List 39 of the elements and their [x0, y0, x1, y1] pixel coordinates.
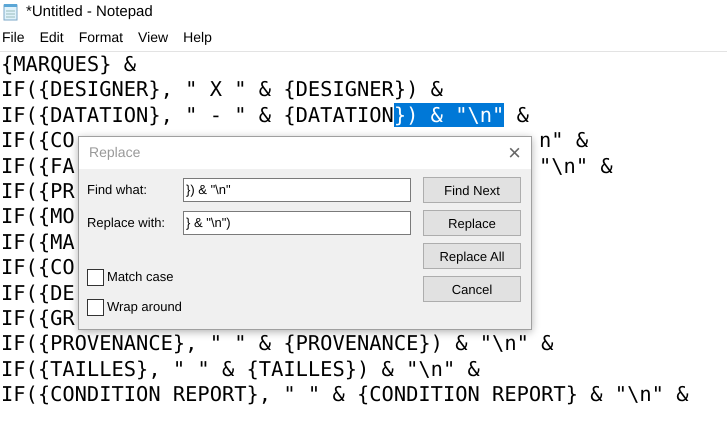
- notepad-icon: [2, 3, 20, 21]
- selected-text: }) & "\n": [394, 102, 504, 127]
- code-text: IF({MO: [1, 204, 75, 228]
- close-button[interactable]: ×: [508, 142, 521, 164]
- menu-item[interactable]: Help: [183, 27, 212, 48]
- checkbox-label: Match case: [107, 268, 174, 286]
- code-text: IF({PR: [1, 178, 75, 203]
- dialog-title: Replace: [89, 143, 140, 162]
- menu-item[interactable]: Edit: [40, 27, 64, 48]
- code-text: IF({DESIGNER}, " X " & {DESIGNER}) &: [1, 77, 443, 102]
- dialog-button[interactable]: Replace: [423, 210, 521, 236]
- dialog-button[interactable]: Replace All: [423, 243, 521, 270]
- dialog-button[interactable]: Cancel: [423, 276, 521, 302]
- code-text: IF({MA: [1, 230, 75, 254]
- code-text: IF({CO: [1, 128, 75, 152]
- code-text: {MARQUES} &: [1, 52, 136, 76]
- field-label: Replace with:: [87, 214, 166, 232]
- checkbox-label: Wrap around: [107, 298, 182, 316]
- code-text: IF({GR: [1, 306, 75, 330]
- field-label: Find what:: [87, 181, 148, 200]
- code-text: "\n" &: [539, 154, 613, 179]
- code-text: IF({DE: [1, 280, 75, 305]
- code-text: IF({CONDITION REPORT}, " " & {CONDITION REPORT} & "\n" &: [1, 382, 688, 406]
- code-text: &: [516, 102, 529, 127]
- code-text: IF({FA: [1, 154, 75, 178]
- menu-item[interactable]: File: [2, 27, 25, 48]
- checkbox[interactable]: [87, 298, 104, 316]
- dialog-button[interactable]: Find Next: [423, 177, 521, 204]
- menu-item[interactable]: View: [138, 27, 168, 48]
- checkbox[interactable]: [87, 268, 104, 286]
- code-text: IF({CO: [1, 255, 75, 280]
- code-text: IF({PROVENANCE}, " " & {PROVENANCE}) & "\n" &: [1, 331, 554, 356]
- input-field[interactable]: }) & "\n": [183, 178, 411, 202]
- code-text: IF({TAILLES}, " " & {TAILLES}) & "\n" &: [1, 356, 480, 381]
- menu-item[interactable]: Format: [78, 27, 124, 48]
- window-title: *Untitled - Notepad: [26, 2, 153, 22]
- code-text: IF({DATATION}, " - " & {DATATION: [1, 102, 394, 127]
- input-field[interactable]: } & "\n"): [183, 211, 411, 236]
- code-text: n" &: [539, 128, 588, 154]
